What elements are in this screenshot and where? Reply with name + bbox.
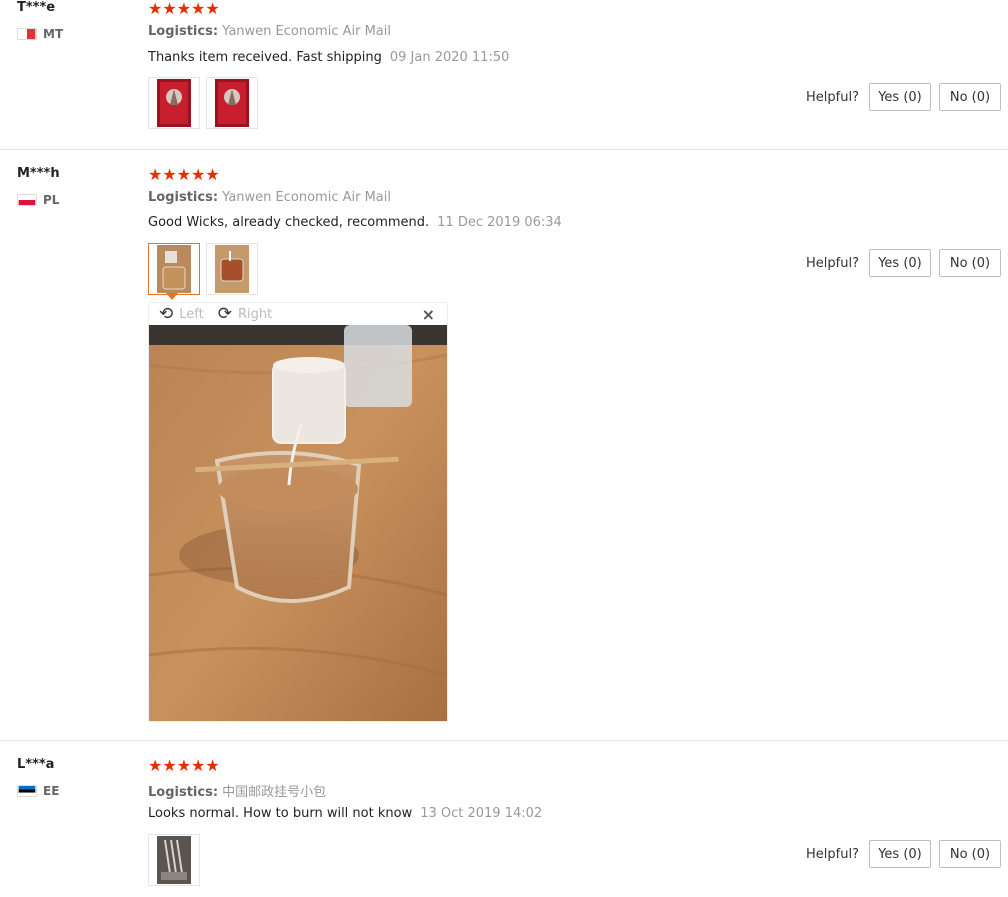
photo-viewer: ⟲ Left ⟳ Right × bbox=[148, 302, 448, 722]
helpful-label: Helpful? bbox=[806, 255, 859, 271]
rotate-right-button[interactable]: ⟳ Right bbox=[217, 303, 273, 324]
feedback-text: Thanks item received. Fast shipping bbox=[148, 50, 382, 65]
flag-mt-icon bbox=[17, 28, 37, 40]
helpful-yes-button[interactable]: Yes (0) bbox=[869, 83, 931, 111]
logistics-label: Logistics: bbox=[148, 785, 219, 800]
review-text: Good Wicks, already checked, recommend. 1… bbox=[148, 215, 562, 230]
rotate-left-button[interactable]: ⟲ Left bbox=[159, 303, 204, 324]
review-photo-thumb[interactable] bbox=[206, 77, 258, 129]
star-rating: ★★★★★ bbox=[148, 1, 220, 17]
country-code: MT bbox=[43, 27, 64, 41]
feedback-text: Looks normal. How to burn will not know bbox=[148, 806, 413, 821]
star-rating: ★★★★★ bbox=[148, 758, 220, 774]
rotate-right-label: Right bbox=[237, 306, 273, 322]
helpful-label: Helpful? bbox=[806, 89, 859, 105]
product-photo-icon bbox=[215, 79, 249, 127]
stars: ★★★★★ bbox=[148, 756, 220, 775]
reviewer-country: PL bbox=[17, 193, 59, 207]
flag-ee-icon bbox=[17, 785, 37, 797]
helpful-no-button[interactable]: No (0) bbox=[939, 249, 1001, 277]
logistics-label: Logistics: bbox=[148, 190, 219, 205]
divider bbox=[0, 149, 1008, 150]
product-photo-icon bbox=[157, 79, 191, 127]
helpful-votes: Helpful? Yes (0) No (0) bbox=[806, 840, 1001, 868]
reviewer-name: T***e bbox=[17, 0, 56, 15]
review-text: Thanks item received. Fast shipping 09 Ja… bbox=[148, 50, 509, 65]
logistics-value: 中国邮政挂号小包 bbox=[222, 785, 327, 800]
rotate-left-label: Left bbox=[179, 306, 204, 322]
review-date: 11 Dec 2019 06:34 bbox=[437, 215, 562, 230]
divider bbox=[0, 740, 1008, 741]
feedback-text: Good Wicks, already checked, recommend. bbox=[148, 215, 430, 230]
candle-photo-icon bbox=[157, 245, 191, 293]
stars: ★★★★★ bbox=[148, 0, 220, 18]
reviewer-name: L***a bbox=[17, 757, 55, 772]
stars: ★★★★★ bbox=[148, 165, 220, 184]
review-date: 13 Oct 2019 14:02 bbox=[420, 806, 543, 821]
candle-photo-icon bbox=[215, 245, 249, 293]
logistics-value: Yanwen Economic Air Mail bbox=[222, 190, 391, 205]
star-rating: ★★★★★ bbox=[148, 167, 220, 183]
helpful-votes: Helpful? Yes (0) No (0) bbox=[806, 249, 1001, 277]
active-thumb-pointer bbox=[166, 293, 178, 300]
helpful-no-button[interactable]: No (0) bbox=[939, 840, 1001, 868]
logistics-label: Logistics: bbox=[148, 24, 219, 39]
logistics-info: Logistics: Yanwen Economic Air Mail bbox=[148, 190, 391, 205]
review-date: 09 Jan 2020 11:50 bbox=[389, 50, 510, 65]
review-photos bbox=[148, 77, 258, 129]
helpful-label: Helpful? bbox=[806, 846, 859, 862]
rotate-right-icon: ⟳ bbox=[217, 303, 232, 324]
review-photo-thumb[interactable] bbox=[148, 834, 200, 886]
logistics-value: Yanwen Economic Air Mail bbox=[222, 24, 391, 39]
wick-photo-icon bbox=[157, 836, 191, 884]
helpful-yes-button[interactable]: Yes (0) bbox=[869, 249, 931, 277]
review-photo-thumb[interactable] bbox=[206, 243, 258, 295]
viewer-toolbar: ⟲ Left ⟳ Right × bbox=[149, 303, 447, 325]
logistics-info: Logistics: Yanwen Economic Air Mail bbox=[148, 24, 391, 39]
country-code: PL bbox=[43, 193, 60, 207]
reviewer-name: M***h bbox=[17, 166, 60, 181]
review-text: Looks normal. How to burn will not know 1… bbox=[148, 806, 542, 821]
helpful-yes-button[interactable]: Yes (0) bbox=[869, 840, 931, 868]
reviewer-country: MT bbox=[17, 27, 63, 41]
close-icon[interactable]: × bbox=[422, 305, 435, 324]
reviewer-country: EE bbox=[17, 784, 59, 798]
review-photo-thumb-active[interactable] bbox=[148, 243, 200, 295]
review-photos bbox=[148, 243, 258, 295]
review-photos bbox=[148, 834, 200, 886]
review-photo-thumb[interactable] bbox=[148, 77, 200, 129]
candle-photo-large bbox=[149, 325, 447, 721]
logistics-info: Logistics: 中国邮政挂号小包 bbox=[148, 781, 326, 800]
flag-pl-icon bbox=[17, 194, 37, 206]
rotate-left-icon: ⟲ bbox=[159, 303, 174, 324]
country-code: EE bbox=[43, 784, 60, 798]
helpful-votes: Helpful? Yes (0) No (0) bbox=[806, 83, 1001, 111]
helpful-no-button[interactable]: No (0) bbox=[939, 83, 1001, 111]
